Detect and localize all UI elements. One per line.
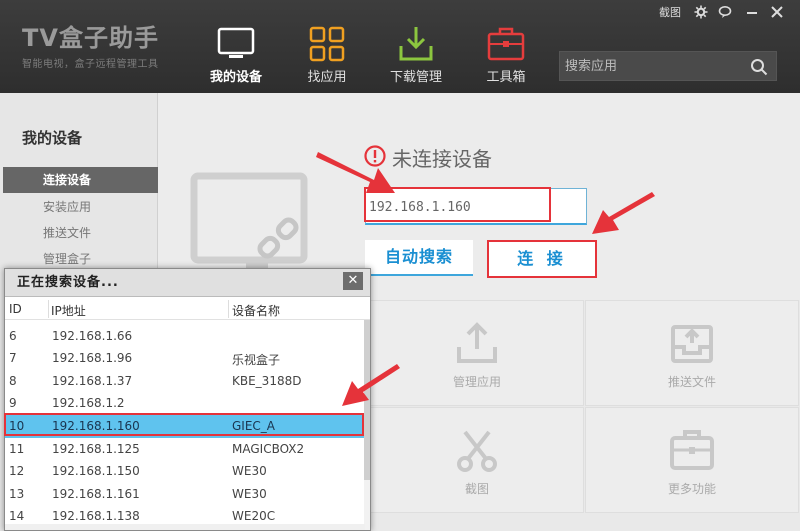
- scissors-icon: [457, 430, 497, 472]
- connect-button[interactable]: 连 接: [487, 240, 597, 278]
- column-divider: [228, 300, 229, 318]
- inbox-icon: [671, 325, 713, 363]
- tile-label: 截图: [464, 482, 489, 496]
- row-id: 8: [9, 374, 17, 388]
- row-device-name: MAGICBOX2: [232, 442, 305, 456]
- table-header: ID IP地址 设备名称: [5, 298, 370, 320]
- tile-push-file[interactable]: 推送文件: [585, 300, 799, 406]
- row-id: 7: [9, 351, 17, 365]
- nav-my-devices[interactable]: 我的设备: [188, 0, 284, 93]
- row-device-name: WE30: [232, 487, 267, 501]
- row-id: 11: [9, 442, 25, 456]
- nav-label: 找应用: [307, 70, 347, 85]
- close-icon[interactable]: [770, 4, 784, 20]
- row-ip: 192.168.1.125: [52, 442, 140, 456]
- tv-icon: [217, 27, 255, 58]
- vertical-scrollbar-thumb[interactable]: [364, 320, 370, 480]
- row-id: 13: [9, 487, 25, 501]
- screenshot-button[interactable]: 截图: [659, 4, 681, 20]
- column-header-ip[interactable]: IP地址: [51, 302, 86, 319]
- column-header-device-name[interactable]: 设备名称: [232, 302, 280, 319]
- table-row[interactable]: 9 192.168.1.2: [5, 392, 365, 415]
- auto-search-button[interactable]: 自动搜索: [365, 240, 473, 276]
- search-icon[interactable]: [750, 58, 768, 76]
- toolbox-icon: [670, 430, 714, 470]
- status-text: 未连接设备: [392, 147, 492, 171]
- search-box[interactable]: [559, 51, 777, 81]
- download-icon: [399, 27, 433, 61]
- row-ip: 192.168.1.150: [52, 464, 140, 478]
- upload-icon: [457, 322, 497, 363]
- row-ip: 192.168.1.161: [52, 487, 140, 501]
- nav-download-manager[interactable]: 下载管理: [368, 0, 464, 93]
- table-row[interactable]: 11 192.168.1.125 MAGICBOX2: [5, 438, 365, 461]
- sidebar-item-install-app[interactable]: 安装应用: [3, 194, 158, 220]
- row-ip: 192.168.1.2: [52, 396, 125, 410]
- tile-label: 推送文件: [667, 375, 716, 389]
- column-header-id[interactable]: ID: [9, 302, 22, 316]
- app-logo-name: TV盒子助手: [22, 24, 159, 52]
- app-logo: TV盒子助手 智能电视，盒子远程管理工具: [22, 18, 159, 70]
- sidebar-item-connect-device[interactable]: 连接设备: [3, 167, 158, 193]
- table-row[interactable]: 7 192.168.1.96 乐视盒子: [5, 347, 365, 370]
- device-search-dialog: 正在搜索设备... ✕ ID IP地址 设备名称 6 192.168.1.66 …: [4, 268, 371, 531]
- disconnected-tv-icon: [190, 172, 308, 268]
- row-id: 9: [9, 396, 17, 410]
- nav-label: 工具箱: [486, 70, 526, 85]
- dialog-title: 正在搜索设备...: [5, 269, 370, 297]
- row-ip: 192.168.1.66: [52, 329, 133, 343]
- minimize-icon[interactable]: [745, 4, 759, 20]
- table-row[interactable]: 8 192.168.1.37 KBE_3188D: [5, 370, 365, 393]
- app-logo-subtitle: 智能电视，盒子远程管理工具: [22, 59, 159, 70]
- gear-icon[interactable]: [694, 4, 708, 20]
- tile-label: 更多功能: [667, 482, 716, 496]
- table-row[interactable]: 13 192.168.1.161 WE30: [5, 483, 365, 506]
- nav-label: 下载管理: [389, 70, 442, 85]
- row-id: 14: [9, 509, 25, 523]
- tile-more-features[interactable]: 更多功能: [585, 407, 799, 513]
- row-id: 6: [9, 329, 17, 343]
- row-device-name: WE30: [232, 464, 267, 478]
- selected-row-highlight-box: [4, 413, 364, 436]
- nav-toolbox[interactable]: 工具箱: [458, 0, 554, 93]
- tile-manage-apps[interactable]: 管理应用: [370, 300, 584, 406]
- table-row[interactable]: 12 192.168.1.150 WE30: [5, 460, 365, 483]
- row-ip: 192.168.1.37: [52, 374, 133, 388]
- row-ip: 192.168.1.96: [52, 351, 133, 365]
- row-device-name: WE20C: [232, 509, 276, 523]
- title-bar: TV盒子助手 智能电视，盒子远程管理工具 我的设备 找应用 下载管理 工具箱 搜…: [0, 0, 800, 93]
- toolbox-icon: [487, 27, 525, 61]
- row-device-name: KBE_3188D: [232, 374, 302, 388]
- feature-tiles: 管理应用 推送文件 截图 更多功能: [370, 300, 800, 531]
- tile-screenshot[interactable]: 截图: [370, 407, 584, 513]
- tile-label: 管理应用: [452, 375, 501, 389]
- nav-find-apps[interactable]: 找应用: [279, 0, 375, 93]
- sidebar-item-push-file[interactable]: 推送文件: [3, 220, 158, 246]
- feedback-icon[interactable]: [718, 4, 732, 20]
- ip-highlight-box: [364, 187, 551, 222]
- horizontal-scrollbar[interactable]: [5, 524, 365, 530]
- sidebar-heading: 我的设备: [22, 129, 83, 147]
- table-row[interactable]: 6 192.168.1.66: [5, 325, 365, 348]
- warning-icon: [364, 145, 386, 167]
- grid-icon: [309, 26, 345, 62]
- column-divider: [48, 300, 49, 318]
- dialog-close-button[interactable]: ✕: [343, 272, 363, 290]
- row-device-name: 乐视盒子: [232, 353, 281, 367]
- search-input[interactable]: [565, 56, 745, 76]
- row-ip: 192.168.1.138: [52, 509, 140, 523]
- row-id: 12: [9, 464, 25, 478]
- nav-label: 我的设备: [209, 70, 262, 85]
